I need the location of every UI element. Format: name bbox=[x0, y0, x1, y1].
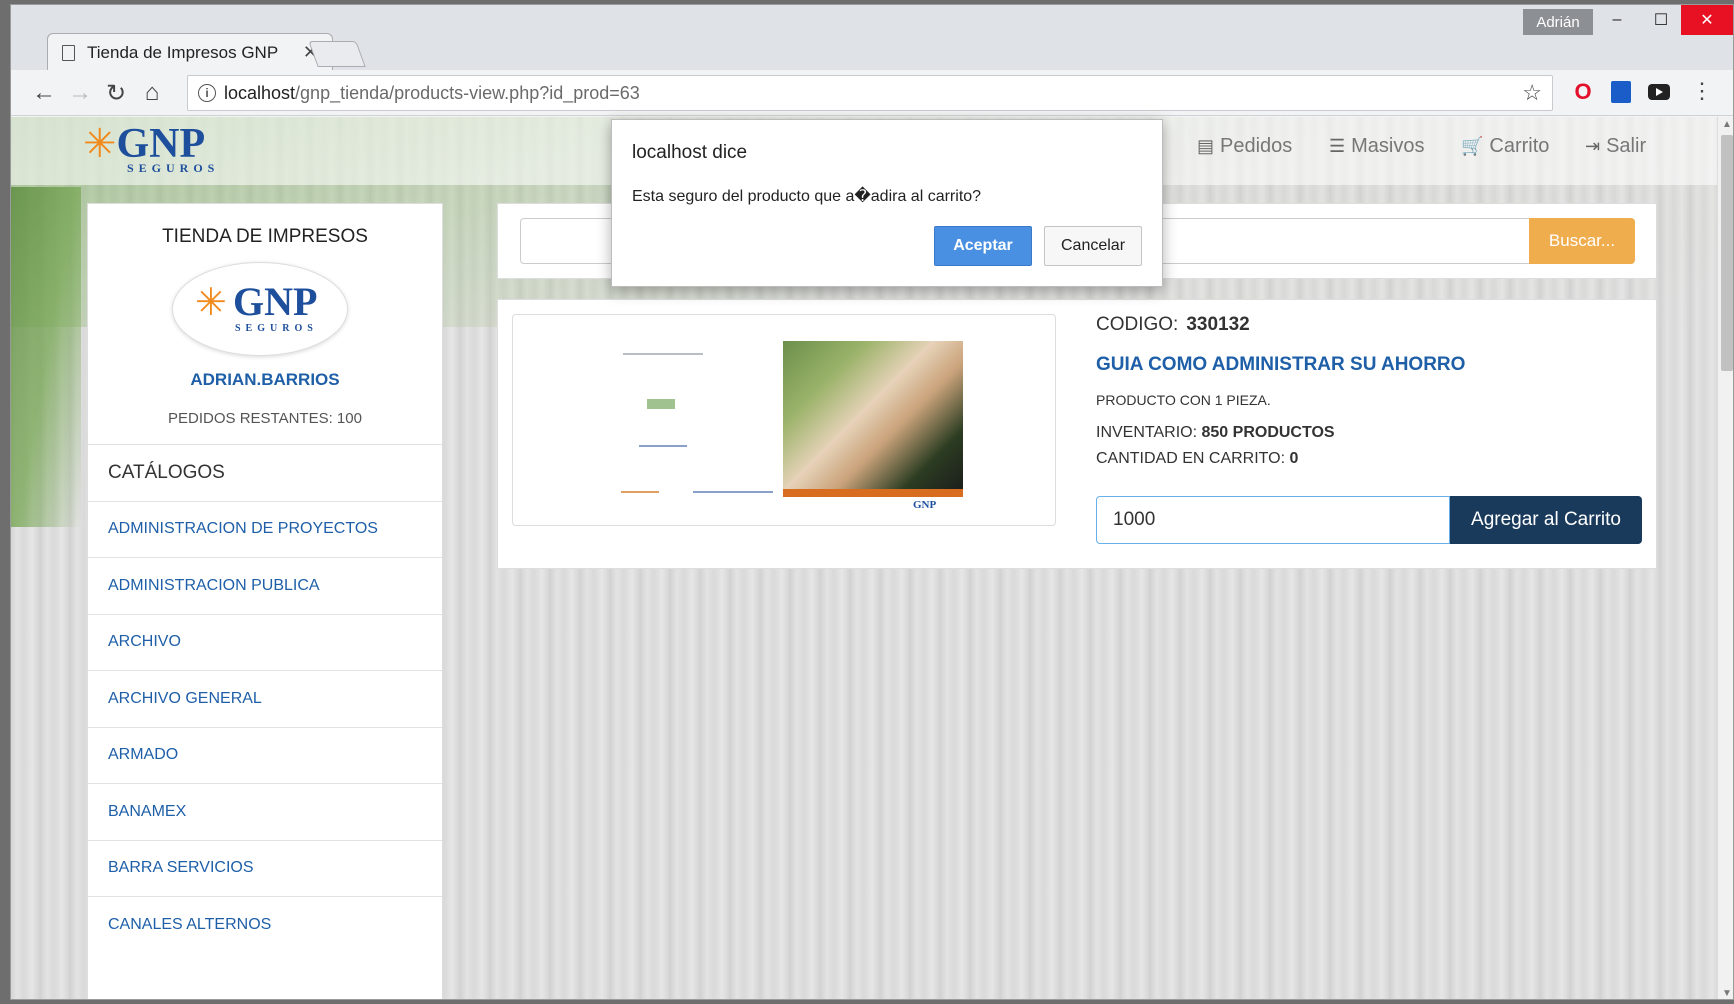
leaf-decoration bbox=[11, 187, 81, 527]
nav-salir[interactable]: ⇥ Salir bbox=[1585, 135, 1646, 158]
scroll-down-icon[interactable]: ▼ bbox=[1722, 988, 1732, 999]
product-info: CODIGO: 330132 GUIA COMO ADMINISTRAR SU A… bbox=[1096, 314, 1642, 544]
search-button[interactable]: Buscar... bbox=[1529, 218, 1635, 264]
catalog-item[interactable]: CANALES ALTERNOS bbox=[88, 896, 442, 953]
minimize-button[interactable]: – bbox=[1595, 5, 1639, 35]
brochure-cover-photo bbox=[783, 341, 963, 497]
product-image: GNP bbox=[512, 314, 1056, 526]
browser-menu-icon[interactable]: ⋮ bbox=[1691, 78, 1713, 104]
product-panel: GNP CODIGO: 330132 GUIA COMO ADMINISTRAR … bbox=[497, 299, 1657, 569]
brochure-logo: GNP bbox=[913, 499, 937, 511]
brochure-back-page bbox=[621, 353, 773, 503]
back-arrow-icon[interactable]: ← bbox=[27, 76, 61, 110]
bookmark-extension-icon[interactable] bbox=[1609, 80, 1633, 104]
logo-subtitle: SEGUROS bbox=[127, 161, 220, 175]
logo-text: GNP bbox=[116, 121, 206, 167]
nav-masivos[interactable]: ☰ Masivos bbox=[1329, 135, 1425, 158]
nav-salir-label: Salir bbox=[1606, 135, 1647, 157]
add-to-cart-button[interactable]: Agregar al Carrito bbox=[1450, 496, 1642, 544]
gnp-star-icon: ✳ bbox=[83, 122, 117, 166]
reload-icon[interactable]: ↻ bbox=[99, 76, 133, 110]
dialog-message: Esta seguro del producto que a�adira al … bbox=[632, 188, 982, 205]
accept-button[interactable]: Aceptar bbox=[934, 226, 1032, 266]
bookmark-star-icon[interactable]: ☆ bbox=[1522, 80, 1542, 106]
sidebar: TIENDA DE IMPRESOS ✳ GNP SEGUROS ADRIAN.… bbox=[87, 203, 443, 999]
new-tab-button[interactable] bbox=[308, 41, 366, 67]
nav-pedidos[interactable]: ▤ Pedidos bbox=[1197, 135, 1292, 158]
scroll-up-icon[interactable]: ▲ bbox=[1722, 119, 1732, 130]
product-code: 330132 bbox=[1186, 314, 1250, 335]
quantity-input[interactable]: 1000 bbox=[1096, 496, 1450, 544]
th-list-icon: ☰ bbox=[1329, 136, 1346, 156]
title-bar: Tienda de Impresos GNP ✕ Adrián – ☐ ✕ bbox=[11, 5, 1733, 71]
page-scrollbar[interactable]: ▲ ▼ bbox=[1717, 117, 1733, 999]
forward-arrow-icon[interactable]: → bbox=[63, 76, 97, 110]
browser-toolbar: ← → ↻ ⌂ i localhost /gnp_tienda/products… bbox=[11, 70, 1733, 116]
store-title: TIENDA DE IMPRESOS bbox=[162, 226, 368, 247]
catalog-item[interactable]: ADMINISTRACION DE PROYECTOS bbox=[88, 500, 442, 558]
add-to-cart-row: 1000 Agregar al Carrito bbox=[1096, 496, 1642, 544]
sidebar-logo-text: GNP bbox=[233, 279, 318, 324]
inventory-label: INVENTARIO: bbox=[1096, 424, 1198, 441]
browser-window: Tienda de Impresos GNP ✕ Adrián – ☐ ✕ ← … bbox=[10, 4, 1734, 1000]
nav-carrito-label: Carrito bbox=[1489, 135, 1550, 157]
dialog-title: localhost dice bbox=[632, 142, 748, 163]
cart-quantity-row: CANTIDAD EN CARRITO: 0 bbox=[1096, 450, 1642, 468]
nav-carrito[interactable]: 🛒 Carrito bbox=[1461, 135, 1549, 158]
remaining-orders: PEDIDOS RESTANTES: 100 bbox=[168, 410, 362, 427]
cart-value: 0 bbox=[1289, 450, 1299, 467]
catalog-item[interactable]: ADMINISTRACION PUBLICA bbox=[88, 557, 442, 614]
close-window-button[interactable]: ✕ bbox=[1681, 5, 1733, 35]
youtube-extension-icon[interactable] bbox=[1647, 80, 1671, 104]
sidebar-logo: ✳ GNP SEGUROS bbox=[172, 262, 348, 356]
username[interactable]: ADRIAN.BARRIOS bbox=[88, 370, 442, 390]
logout-icon: ⇥ bbox=[1585, 136, 1601, 156]
url-host: localhost bbox=[224, 82, 296, 103]
info-icon[interactable]: i bbox=[198, 84, 216, 102]
catalog-item[interactable]: BANAMEX bbox=[88, 783, 442, 840]
catalog-item[interactable]: ARCHIVO bbox=[88, 613, 442, 671]
catalog-header: CATÁLOGOS bbox=[88, 444, 442, 501]
sidebar-logo-subtitle: SEGUROS bbox=[235, 323, 318, 334]
document-icon bbox=[62, 44, 75, 61]
home-icon[interactable]: ⌂ bbox=[135, 76, 169, 110]
nav-masivos-label: Masivos bbox=[1351, 135, 1425, 157]
browser-tab[interactable]: Tienda de Impresos GNP ✕ bbox=[47, 33, 333, 71]
cart-label: CANTIDAD EN CARRITO: bbox=[1096, 450, 1286, 467]
product-name: GUIA COMO ADMINISTRAR SU AHORRO bbox=[1096, 354, 1466, 375]
product-pieces: PRODUCTO CON 1 PIEZA. bbox=[1096, 392, 1271, 408]
maximize-button[interactable]: ☐ bbox=[1639, 5, 1683, 35]
cancel-button[interactable]: Cancelar bbox=[1044, 226, 1142, 266]
scroll-thumb[interactable] bbox=[1721, 135, 1733, 371]
gnp-star-icon: ✳ bbox=[195, 282, 227, 324]
opera-extension-icon[interactable]: O bbox=[1571, 79, 1595, 104]
address-bar[interactable]: i localhost /gnp_tienda/products-view.ph… bbox=[187, 75, 1553, 111]
url-path: /gnp_tienda/products-view.php?id_prod=63 bbox=[295, 82, 640, 103]
cart-icon: 🛒 bbox=[1461, 136, 1484, 156]
tab-title: Tienda de Impresos GNP bbox=[87, 42, 279, 62]
catalog-item[interactable]: ARMADO bbox=[88, 726, 442, 784]
list-icon: ▤ bbox=[1197, 136, 1215, 156]
inventory-value: 850 PRODUCTOS bbox=[1201, 424, 1335, 441]
brochure-cover-band bbox=[783, 489, 963, 497]
catalog-list: CATÁLOGOS ADMINISTRACION DE PROYECTOS AD… bbox=[88, 444, 442, 953]
alert-dialog: localhost dice Esta seguro del producto … bbox=[611, 119, 1163, 287]
inventory-row: INVENTARIO: 850 PRODUCTOS bbox=[1096, 424, 1642, 442]
catalog-item[interactable]: ARCHIVO GENERAL bbox=[88, 670, 442, 727]
nav-pedidos-label: Pedidos bbox=[1220, 135, 1293, 157]
product-code-row: CODIGO: 330132 bbox=[1096, 314, 1642, 336]
profile-button[interactable]: Adrián bbox=[1523, 9, 1593, 35]
catalog-item[interactable]: BARRA SERVICIOS bbox=[88, 839, 442, 897]
gnp-logo[interactable]: ✳ GNP bbox=[83, 123, 205, 165]
code-label: CODIGO: bbox=[1096, 314, 1179, 335]
